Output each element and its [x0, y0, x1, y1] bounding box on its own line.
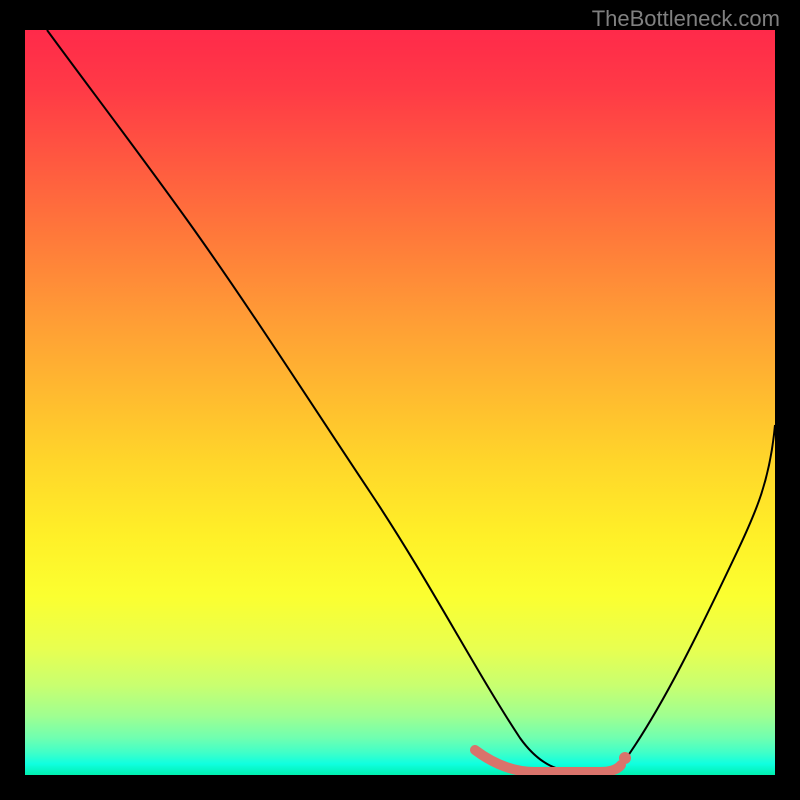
curve-svg	[25, 30, 775, 775]
optimal-range-highlight	[475, 750, 621, 772]
chart-plot-area	[25, 30, 775, 775]
bottleneck-curve	[47, 30, 775, 772]
watermark-text: TheBottleneck.com	[592, 6, 780, 32]
optimal-point-marker	[619, 752, 631, 764]
